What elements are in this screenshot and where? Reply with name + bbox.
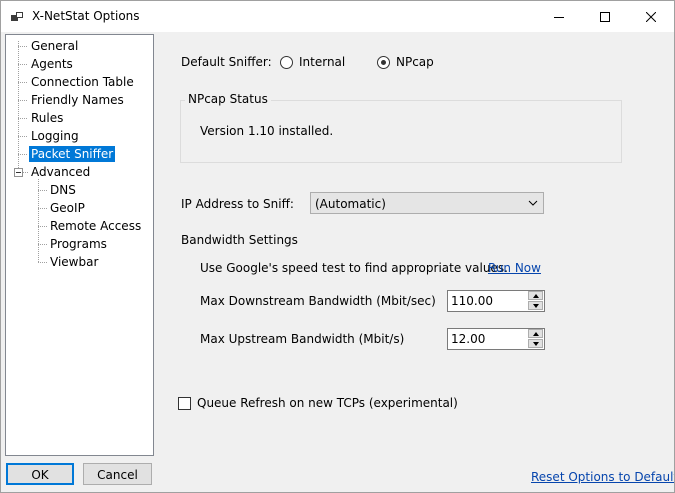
tree-item-logging[interactable]: Logging bbox=[29, 128, 81, 144]
tree-item-programs[interactable]: Programs bbox=[48, 236, 109, 252]
npcap-radio[interactable] bbox=[377, 56, 390, 69]
bandwidth-settings-title: Bandwidth Settings bbox=[181, 233, 298, 247]
reset-options-link[interactable]: Reset Options to Default bbox=[531, 470, 674, 484]
chevron-up-icon bbox=[533, 294, 539, 298]
upstream-spin-buttons bbox=[528, 329, 544, 349]
downstream-up-button[interactable] bbox=[528, 291, 543, 300]
downstream-down-button[interactable] bbox=[528, 301, 543, 310]
chevron-down-icon bbox=[533, 304, 539, 308]
chevron-up-icon bbox=[533, 332, 539, 336]
upstream-label: Max Upstream Bandwidth (Mbit/s) bbox=[200, 332, 405, 346]
close-button[interactable] bbox=[628, 1, 674, 32]
maximize-icon bbox=[600, 11, 610, 22]
cancel-button[interactable]: Cancel bbox=[83, 463, 152, 485]
tree-item-general[interactable]: General bbox=[29, 38, 80, 54]
downstream-label: Max Downstream Bandwidth (Mbit/sec) bbox=[200, 294, 436, 308]
run-now-link[interactable]: Run Now bbox=[488, 261, 541, 275]
ok-button[interactable]: OK bbox=[6, 463, 74, 485]
internal-radio[interactable] bbox=[280, 56, 293, 69]
tree-item-dns[interactable]: DNS bbox=[48, 182, 78, 198]
app-icon bbox=[11, 12, 23, 21]
tree-item-viewbar[interactable]: Viewbar bbox=[48, 254, 100, 270]
queue-refresh-label[interactable]: Queue Refresh on new TCPs (experimental) bbox=[197, 396, 458, 410]
speed-test-hint: Use Google's speed test to find appropri… bbox=[200, 261, 508, 275]
ip-address-dropdown[interactable]: (Automatic) bbox=[310, 192, 544, 214]
close-icon bbox=[646, 11, 656, 22]
ip-address-value: (Automatic) bbox=[315, 197, 386, 211]
tree-item-rules[interactable]: Rules bbox=[29, 110, 65, 126]
downstream-value[interactable]: 110.00 bbox=[451, 294, 493, 308]
title-bar[interactable]: X-NetStat Options bbox=[1, 1, 674, 32]
options-tree[interactable]: General Agents Connection Table Friendly… bbox=[5, 34, 154, 456]
minimize-button[interactable] bbox=[536, 1, 582, 32]
queue-refresh-checkbox[interactable] bbox=[178, 397, 191, 410]
ip-address-label: IP Address to Sniff: bbox=[181, 197, 294, 211]
upstream-value[interactable]: 12.00 bbox=[451, 332, 485, 346]
downstream-stepper[interactable]: 110.00 bbox=[447, 290, 545, 312]
tree-item-remote-access[interactable]: Remote Access bbox=[48, 218, 143, 234]
upstream-down-button[interactable] bbox=[528, 339, 543, 348]
minimize-icon bbox=[554, 16, 564, 18]
tree-item-geoip[interactable]: GeoIP bbox=[48, 200, 87, 216]
default-sniffer-label: Default Sniffer: bbox=[181, 55, 272, 69]
internal-radio-label[interactable]: Internal bbox=[299, 55, 345, 69]
npcap-status-title: NPcap Status bbox=[185, 92, 271, 106]
tree-item-connection-table[interactable]: Connection Table bbox=[29, 74, 136, 90]
downstream-spin-buttons bbox=[528, 291, 544, 311]
window-title: X-NetStat Options bbox=[32, 9, 140, 23]
upstream-stepper[interactable]: 12.00 bbox=[447, 328, 545, 350]
tree-item-friendly-names[interactable]: Friendly Names bbox=[29, 92, 126, 108]
npcap-radio-label[interactable]: NPcap bbox=[396, 55, 434, 69]
upstream-up-button[interactable] bbox=[528, 329, 543, 338]
chevron-down-icon bbox=[533, 342, 539, 346]
npcap-status-text: Version 1.10 installed. bbox=[200, 124, 334, 138]
tree-item-packet-sniffer[interactable]: Packet Sniffer bbox=[29, 146, 116, 162]
tree-item-advanced[interactable]: Advanced bbox=[29, 164, 92, 180]
options-window: X-NetStat Options General Agents Connect… bbox=[0, 0, 675, 493]
advanced-collapse-toggle[interactable] bbox=[14, 168, 23, 177]
tree-item-agents[interactable]: Agents bbox=[29, 56, 75, 72]
maximize-button[interactable] bbox=[582, 1, 628, 32]
chevron-down-icon bbox=[528, 200, 538, 206]
